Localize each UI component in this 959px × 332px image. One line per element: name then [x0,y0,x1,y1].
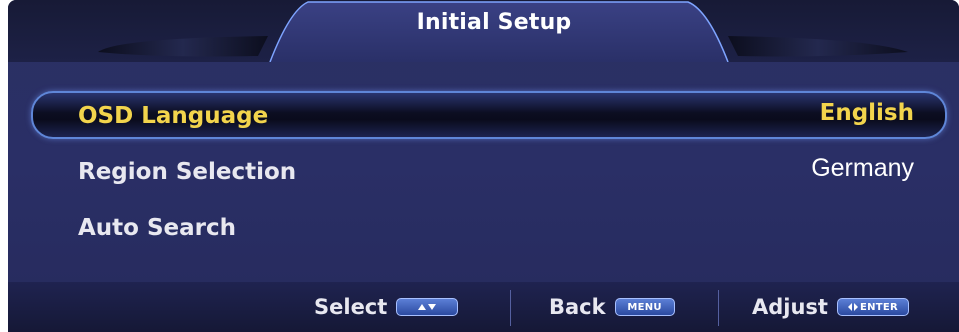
hint-select: Select [314,282,459,332]
setup-menu: OSD Language English Region Selection Ge… [8,62,959,282]
hint-select-label: Select [314,295,388,319]
menu-item-label: Region Selection [78,159,297,185]
osd-window: Initial Setup OSD Language English Regio… [8,0,959,332]
menu-item-value: English [819,100,914,126]
title-bar: Initial Setup [8,0,959,62]
up-down-arrows-icon [396,298,459,316]
hint-adjust: Adjust ENTER [752,282,909,332]
enter-key-label: ENTER [859,301,899,313]
menu-item-auto-search[interactable]: Auto Search [8,202,959,254]
menu-item-label: Auto Search [78,215,237,241]
menu-item-osd-language[interactable]: OSD Language English [8,89,959,141]
key-hint-bar: Select Back MENU Adjust ENTER [8,282,959,332]
menu-key-badge: MENU [614,298,675,316]
hint-separator [718,290,719,326]
menu-item-value: Germany [811,154,914,182]
hint-back: Back MENU [549,282,675,332]
hint-back-label: Back [549,295,606,319]
hint-adjust-label: Adjust [752,295,828,319]
left-right-arrows-icon [847,303,858,311]
page-title: Initial Setup [416,10,572,35]
enter-key-badge: ENTER [836,298,909,316]
menu-item-region-selection[interactable]: Region Selection Germany [8,146,959,198]
menu-item-label: OSD Language [78,103,269,129]
hint-separator [510,290,511,326]
